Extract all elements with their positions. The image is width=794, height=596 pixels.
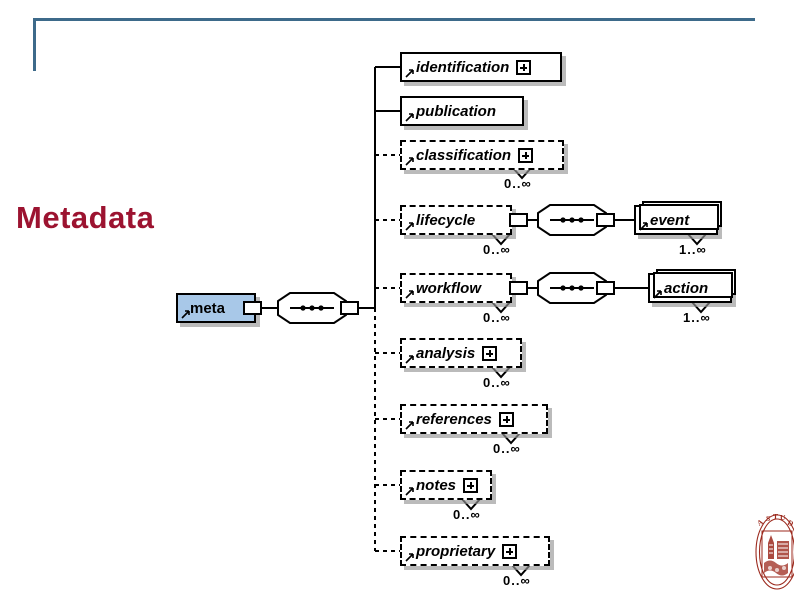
element-arrow-icon [405, 355, 414, 364]
node-label: meta [190, 301, 225, 316]
element-arrow-icon [405, 487, 414, 496]
cardinality-classification: 0..∞ [504, 176, 532, 191]
element-arrow-icon [181, 310, 190, 319]
expand-icon[interactable] [499, 412, 514, 427]
node-publication[interactable]: publication [400, 96, 524, 126]
node-label: action [664, 281, 708, 296]
schema-diagram: meta identification publication classifi… [0, 0, 794, 595]
expand-icon[interactable] [502, 544, 517, 559]
node-references[interactable]: references [400, 404, 548, 434]
node-label: proprietary [416, 544, 495, 559]
svg-text:T: T [773, 513, 778, 521]
element-arrow-icon [405, 157, 414, 166]
expand-icon[interactable] [463, 478, 478, 493]
node-label: notes [416, 478, 456, 493]
node-label: event [650, 213, 689, 228]
node-event[interactable]: event [634, 205, 718, 235]
node-label: workflow [416, 281, 481, 296]
node-label: publication [416, 104, 496, 119]
meta-connector-stub [243, 301, 262, 315]
node-action[interactable]: action [648, 273, 732, 303]
expand-icon[interactable] [482, 346, 497, 361]
sequence-workflow-connector-stub [596, 281, 615, 295]
node-label: identification [416, 60, 509, 75]
cardinality-action: 1..∞ [683, 310, 711, 325]
cardinality-references: 0..∞ [493, 441, 521, 456]
cardinality-event: 1..∞ [679, 242, 707, 257]
cardinality-analysis: 0..∞ [483, 375, 511, 390]
expand-icon[interactable] [516, 60, 531, 75]
node-analysis[interactable]: analysis [400, 338, 522, 368]
expand-icon[interactable] [518, 148, 533, 163]
university-crest-logo: A S T U D [754, 513, 794, 591]
element-arrow-icon [405, 69, 414, 78]
element-arrow-icon [405, 553, 414, 562]
node-classification[interactable]: classification [400, 140, 564, 170]
workflow-connector-stub [509, 281, 528, 295]
node-workflow[interactable]: workflow [400, 273, 512, 303]
node-notes[interactable]: notes [400, 470, 492, 500]
sequence-lifecycle-connector-stub [596, 213, 615, 227]
cardinality-notes: 0..∞ [453, 507, 481, 522]
element-arrow-icon [405, 113, 414, 122]
node-lifecycle[interactable]: lifecycle [400, 205, 512, 235]
node-proprietary[interactable]: proprietary [400, 536, 550, 566]
node-label: classification [416, 148, 511, 163]
svg-text:S: S [766, 514, 770, 523]
node-label: lifecycle [416, 213, 475, 228]
cardinality-proprietary: 0..∞ [503, 573, 531, 588]
lifecycle-connector-stub [509, 213, 528, 227]
element-arrow-icon [405, 290, 414, 299]
node-label: references [416, 412, 492, 427]
node-label: analysis [416, 346, 475, 361]
sequence-compositor-root[interactable] [276, 291, 348, 325]
element-arrow-icon [405, 222, 414, 231]
element-arrow-icon [405, 421, 414, 430]
svg-text:U: U [780, 513, 786, 522]
sequence-root-connector-stub [340, 301, 359, 315]
cardinality-lifecycle: 0..∞ [483, 242, 511, 257]
svg-text:A: A [755, 517, 765, 528]
cardinality-workflow: 0..∞ [483, 310, 511, 325]
node-identification[interactable]: identification [400, 52, 562, 82]
